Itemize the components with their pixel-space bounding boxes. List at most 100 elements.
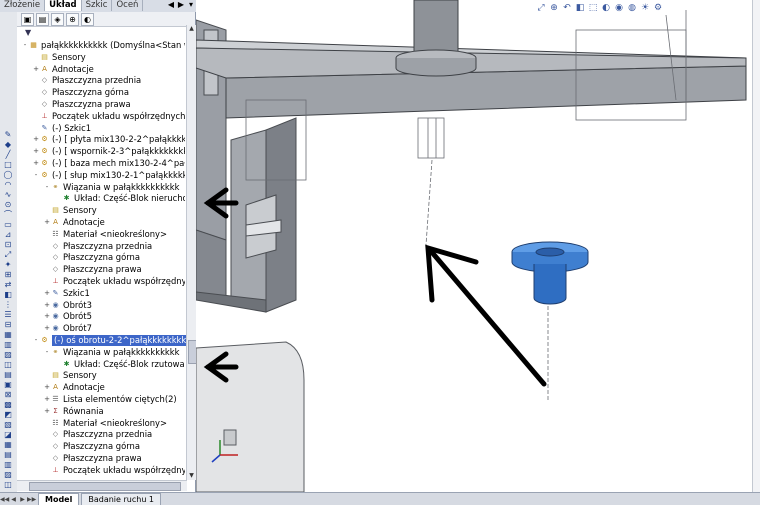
tree-item[interactable]: - ⚙ (-) oś obrotu-2-2^pałąkkkkkkkkkk: [32, 335, 189, 346]
tree-item[interactable]: ◇ Płaszczyzna prawa: [32, 99, 131, 110]
tree-item[interactable]: ▤ Sensory: [43, 205, 96, 216]
tree-item[interactable]: ◇ Płaszczyzna górna: [43, 252, 140, 263]
tree-item[interactable]: + ◉ Obrót7: [43, 323, 92, 334]
sketch-tool-icon-9[interactable]: ▭: [2, 220, 14, 230]
configuration-manager-tab-icon[interactable]: ◈: [51, 12, 64, 26]
sketch-tool-icon-31[interactable]: ▦: [2, 440, 14, 450]
sketch-tool-icon-28[interactable]: ◩: [2, 410, 14, 420]
tab-1[interactable]: Układ: [45, 0, 82, 11]
view-orientation-icon[interactable]: ⬚: [588, 2, 598, 14]
sketch-tool-icon-11[interactable]: ⊡: [2, 240, 14, 250]
next-tab-icon[interactable]: ▶: [18, 496, 27, 503]
collapse-icon[interactable]: -: [43, 347, 51, 358]
tree-item[interactable]: ◇ Płaszczyzna przednia: [43, 429, 152, 440]
tree-item[interactable]: ◇ Płaszczyzna przednia: [43, 241, 152, 252]
expand-icon[interactable]: +: [43, 311, 51, 322]
collapse-icon[interactable]: -: [32, 335, 40, 346]
sketch-tool-icon-21[interactable]: ▥: [2, 340, 14, 350]
expand-icon[interactable]: +: [43, 382, 51, 393]
filter-icon[interactable]: ▼: [25, 28, 31, 37]
tree-item[interactable]: - ⚭ Wiązania w pałąkkkkkkkkkk: [43, 182, 180, 193]
tree-item[interactable]: + A Adnotacje: [43, 217, 105, 228]
section-view-icon[interactable]: ◧: [575, 2, 585, 14]
expand-icon[interactable]: +: [32, 64, 40, 75]
first-tab-icon[interactable]: ◀◀: [0, 496, 9, 503]
edit-appearance-icon[interactable]: ◍: [627, 2, 637, 14]
property-manager-tab-icon[interactable]: ▤: [36, 12, 49, 26]
expand-icon[interactable]: +: [43, 217, 51, 228]
sketch-tool-icon-0[interactable]: ✎: [2, 130, 14, 140]
scroll-down-icon[interactable]: ▼: [187, 472, 196, 480]
tree-item[interactable]: + ◉ Obrót5: [43, 311, 92, 322]
tab-menu-icon[interactable]: ▾: [186, 0, 196, 11]
tree-item[interactable]: ◇ Płaszczyzna górna: [32, 87, 129, 98]
tree-item[interactable]: - ⚭ Wiązania w pałąkkkkkkkkkk: [43, 347, 180, 358]
tree-item[interactable]: ◇ Płaszczyzna górna: [43, 441, 140, 452]
sketch-tool-icon-15[interactable]: ⇄: [2, 280, 14, 290]
sketch-tool-icon-20[interactable]: ▦: [2, 330, 14, 340]
bottom-tab-1[interactable]: Badanie ruchu 1: [81, 493, 162, 505]
sketch-tool-icon-17[interactable]: ⋮: [2, 300, 14, 310]
expand-icon[interactable]: +: [43, 323, 51, 334]
tree-item[interactable]: ⊥ Początek układu współrzędnych: [43, 276, 185, 287]
sketch-tool-icon-32[interactable]: ▤: [2, 450, 14, 460]
zoom-fit-icon[interactable]: ⤢: [536, 2, 546, 14]
tree-item[interactable]: + ✎ Szkic1: [43, 288, 90, 299]
tree-item[interactable]: -⚙ (-) [ słup mix130-2-1^pałąkkkkkkkkk: [32, 170, 185, 181]
sketch-tool-icon-34[interactable]: ▨: [2, 470, 14, 480]
tab-2[interactable]: Szkic: [82, 0, 113, 11]
display-manager-tab-icon[interactable]: ◐: [81, 12, 94, 26]
sketch-tool-icon-24[interactable]: ▤: [2, 370, 14, 380]
sketch-tool-icon-18[interactable]: ☰: [2, 310, 14, 320]
tree-item[interactable]: ✱ Układ: Część-Blok nieruchome: [54, 193, 185, 204]
sketch-tool-icon-16[interactable]: ◧: [2, 290, 14, 300]
collapse-icon[interactable]: -: [21, 40, 29, 51]
tab-0[interactable]: Złożenie: [0, 0, 46, 11]
last-tab-icon[interactable]: ▶▶: [27, 496, 36, 503]
sketch-tool-icon-30[interactable]: ◪: [2, 430, 14, 440]
dimxpert-tab-icon[interactable]: ⊕: [66, 12, 79, 26]
tree-item[interactable]: ⊥ Początek układu współrzędnych: [43, 465, 185, 476]
feature-manager-tab-icon[interactable]: ▣: [21, 12, 34, 26]
tree-item[interactable]: + A Adnotacje: [43, 382, 105, 393]
expand-icon[interactable]: +: [32, 158, 40, 169]
tree-item[interactable]: ▤ Sensory: [32, 52, 85, 63]
sketch-tool-icon-14[interactable]: ⊞: [2, 270, 14, 280]
tree-item[interactable]: + Σ Równania: [43, 406, 104, 417]
expand-icon[interactable]: +: [43, 300, 51, 311]
previous-view-icon[interactable]: ↶: [562, 2, 572, 14]
tree-item[interactable]: ◇ Płaszczyzna prawa: [43, 453, 142, 464]
tree-item[interactable]: -▦ pałąkkkkkkkkkk (Domyślna<Stan wyśw: [21, 40, 185, 51]
tree-item[interactable]: ▤ Sensory: [43, 370, 96, 381]
sketch-tool-icon-3[interactable]: □: [2, 160, 14, 170]
collapse-icon[interactable]: -: [43, 182, 51, 193]
sketch-tool-icon-5[interactable]: ◠: [2, 180, 14, 190]
tree-item[interactable]: ◇ Płaszczyzna prawa: [43, 264, 142, 275]
sketch-tool-icon-27[interactable]: ▩: [2, 400, 14, 410]
tab-3[interactable]: Oceń: [112, 0, 144, 11]
tree-item[interactable]: ◇ Płaszczyzna przednia: [32, 75, 141, 86]
hscroll-thumb[interactable]: [29, 482, 181, 491]
sketch-tool-icon-35[interactable]: ◫: [2, 480, 14, 490]
graphics-area[interactable]: ⤢ ⊕ ↶ ◧ ⬚ ◐ ◉ ◍ ☀ ⚙: [196, 0, 760, 492]
sketch-tool-icon-2[interactable]: ╱: [2, 150, 14, 160]
tree-item[interactable]: + A Adnotacje: [32, 64, 94, 75]
scroll-left-icon[interactable]: ◀: [166, 0, 176, 11]
sketch-tool-icon-4[interactable]: ◯: [2, 170, 14, 180]
scene-icon[interactable]: ☀: [640, 2, 650, 14]
tree-vertical-scrollbar[interactable]: ▲ ▼: [186, 25, 197, 480]
tree-item[interactable]: ☷ Materiał <nieokreślony>: [43, 418, 167, 429]
view-settings-icon[interactable]: ⚙: [653, 2, 663, 14]
sketch-tool-icon-29[interactable]: ▧: [2, 420, 14, 430]
scroll-right-icon[interactable]: ▶: [176, 0, 186, 11]
sketch-tool-icon-8[interactable]: ⌒: [2, 210, 14, 220]
collapse-icon[interactable]: -: [32, 170, 40, 181]
scroll-up-icon[interactable]: ▲: [187, 25, 196, 33]
sketch-tool-icon-25[interactable]: ▣: [2, 380, 14, 390]
tree-item[interactable]: ✎ (-) Szkic1: [32, 123, 91, 134]
hide-show-icon[interactable]: ◉: [614, 2, 624, 14]
expand-icon[interactable]: +: [32, 146, 40, 157]
tree-item[interactable]: + ☰ Lista elementów ciętych(2): [43, 394, 177, 405]
sketch-tool-icon-13[interactable]: ✦: [2, 260, 14, 270]
tree-item[interactable]: ✱ Układ: Część-Blok rzutowane1: [54, 359, 185, 370]
